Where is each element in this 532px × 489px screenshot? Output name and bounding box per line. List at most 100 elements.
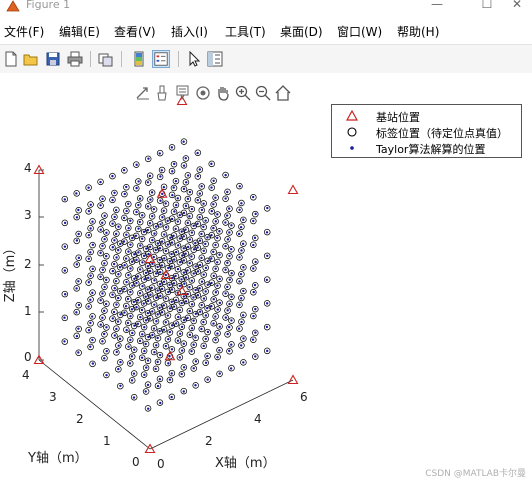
- taylor-point: [178, 356, 182, 359]
- zoom-in-icon[interactable]: [234, 84, 252, 102]
- taylor-point: [173, 210, 176, 213]
- taylor-point: [101, 221, 104, 224]
- taylor-point: [135, 163, 138, 167]
- taylor-point: [105, 231, 108, 235]
- taylor-point: [204, 266, 208, 270]
- taylor-point: [167, 362, 170, 365]
- taylor-point: [126, 321, 130, 325]
- taylor-point: [212, 322, 215, 325]
- taylor-point: [168, 283, 171, 287]
- taylor-point: [218, 349, 221, 352]
- taylor-point: [111, 222, 114, 225]
- taylor-point: [158, 306, 161, 310]
- menu-help[interactable]: 帮助(H): [397, 23, 439, 40]
- rotate-3d-icon[interactable]: [194, 84, 212, 102]
- datatip-icon[interactable]: [174, 84, 192, 102]
- taylor-point: [127, 250, 130, 253]
- taylor-point: [252, 243, 255, 247]
- legend[interactable]: 基站位置 标签位置（待定位点真值） Taylor算法解算的位置: [331, 104, 522, 158]
- taylor-point: [212, 226, 215, 230]
- taylor-point: [112, 262, 116, 266]
- taylor-point: [254, 331, 257, 334]
- taylor-point: [224, 244, 227, 248]
- menu-file[interactable]: 文件(F): [4, 23, 44, 40]
- taylor-point: [89, 251, 92, 254]
- menu-desktop[interactable]: 桌面(D): [280, 23, 323, 40]
- taylor-point: [254, 212, 257, 216]
- taylor-point: [89, 345, 92, 348]
- taylor-point: [146, 228, 150, 232]
- taylor-point: [129, 243, 132, 246]
- minimize-button[interactable]: —: [422, 0, 452, 11]
- colorbar-icon[interactable]: [130, 50, 148, 68]
- legend-icon[interactable]: [152, 50, 170, 68]
- taylor-point: [136, 322, 140, 325]
- print-icon[interactable]: [66, 50, 84, 68]
- taylor-point: [239, 225, 243, 229]
- taylor-point: [159, 199, 162, 202]
- taylor-point: [228, 231, 231, 234]
- taylor-point: [141, 214, 144, 217]
- taylor-point: [194, 336, 197, 339]
- menu-view[interactable]: 查看(V): [114, 23, 156, 40]
- taylor-point: [87, 186, 90, 189]
- export-icon[interactable]: [134, 84, 152, 102]
- figure-toolbar: [0, 44, 532, 74]
- taylor-point: [152, 255, 155, 259]
- taylor-point: [101, 316, 104, 319]
- new-figure-icon[interactable]: [2, 50, 20, 68]
- menu-insert[interactable]: 插入(I): [171, 23, 208, 40]
- taylor-point: [111, 293, 114, 296]
- taylor-point: [200, 280, 204, 283]
- taylor-point: [174, 322, 178, 325]
- menu-tools[interactable]: 工具(T): [225, 23, 266, 40]
- taylor-point: [196, 294, 200, 297]
- taylor-point: [242, 361, 245, 364]
- taylor-point: [124, 304, 128, 308]
- taylor-point: [212, 298, 215, 301]
- taylor-point: [238, 280, 241, 283]
- taylor-point: [240, 202, 243, 205]
- z-tick-label: 4: [24, 161, 32, 175]
- open-file-icon[interactable]: [22, 50, 40, 68]
- legend-entry-taylor: Taylor算法解算的位置: [338, 140, 518, 156]
- taylor-point: [119, 242, 122, 246]
- close-button[interactable]: ✕: [502, 0, 532, 11]
- taylor-point: [184, 204, 188, 208]
- taylor-point: [196, 246, 199, 249]
- maximize-button[interactable]: ☐: [472, 0, 502, 11]
- taylor-point: [158, 152, 161, 155]
- taylor-point: [218, 372, 221, 375]
- brush-icon[interactable]: [154, 84, 172, 102]
- taylor-point: [91, 267, 94, 271]
- menu-window[interactable]: 窗口(W): [337, 23, 382, 40]
- menu-edit[interactable]: 编辑(E): [59, 23, 100, 40]
- taylor-point: [77, 256, 81, 260]
- taylor-point: [144, 342, 147, 346]
- taylor-point: [210, 281, 213, 285]
- taylor-point: [252, 219, 255, 223]
- taylor-point: [63, 221, 67, 225]
- taylor-point: [142, 302, 145, 305]
- taylor-point: [253, 236, 257, 240]
- link-plot-icon[interactable]: [97, 50, 115, 68]
- home-icon[interactable]: [274, 84, 292, 102]
- y-tick-label: 1: [103, 434, 111, 448]
- taylor-point: [184, 276, 188, 279]
- taylor-point: [87, 329, 91, 332]
- taylor-point: [90, 315, 94, 318]
- save-icon[interactable]: [44, 50, 62, 68]
- taylor-point: [182, 187, 186, 191]
- taylor-point: [114, 232, 118, 236]
- taylor-point: [188, 261, 191, 265]
- taylor-point: [224, 173, 227, 177]
- zoom-out-icon[interactable]: [254, 84, 272, 102]
- property-inspector-icon[interactable]: [206, 50, 224, 68]
- taylor-point: [138, 291, 142, 295]
- taylor-point: [216, 284, 219, 287]
- taylor-point: [252, 290, 255, 294]
- pan-hand-icon[interactable]: [214, 84, 232, 102]
- edit-plot-arrow-icon[interactable]: [185, 50, 203, 68]
- taylor-point: [164, 226, 168, 229]
- taylor-point: [182, 271, 186, 274]
